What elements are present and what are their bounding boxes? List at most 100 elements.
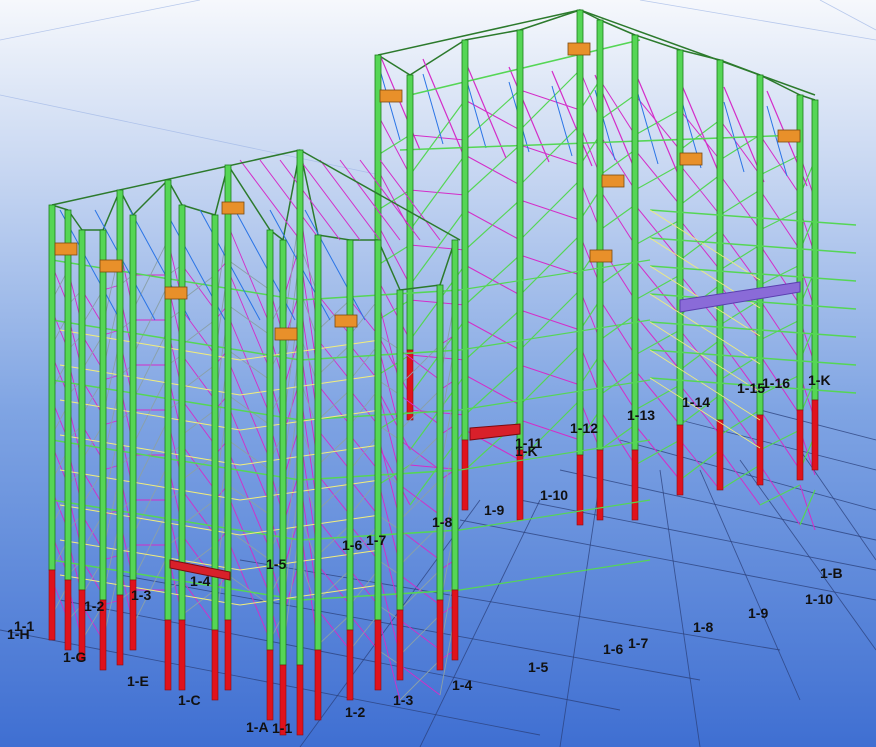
column-joint <box>379 89 403 103</box>
roof-truss <box>422 73 444 145</box>
brace-diagonal <box>634 164 681 191</box>
column-base <box>631 449 639 521</box>
top-beam <box>399 284 441 291</box>
column-joint <box>777 129 801 143</box>
roof-truss <box>279 159 341 241</box>
steel-column <box>296 149 304 666</box>
grid-label-1-7-front: 1-7 <box>628 635 648 651</box>
column-base <box>576 454 584 526</box>
steel-column <box>596 19 604 451</box>
steel-column <box>224 164 232 621</box>
brace-diagonal <box>519 234 581 296</box>
roof-truss <box>637 93 659 165</box>
stair-member <box>239 444 381 466</box>
brace-diagonal <box>599 424 636 451</box>
platform-right <box>679 281 801 313</box>
steel-column <box>266 229 274 651</box>
brace-diagonal <box>399 614 441 656</box>
steel-column <box>164 179 172 621</box>
steel-column <box>461 39 469 441</box>
brace-diagonal <box>464 254 521 306</box>
steel-column <box>451 239 459 591</box>
column-base <box>596 449 604 521</box>
front-low-block <box>48 149 651 736</box>
steel-column <box>48 204 56 571</box>
roof-edge <box>579 9 816 96</box>
column-joint <box>679 152 703 166</box>
brace-diagonal <box>519 289 581 351</box>
stair-member <box>239 549 381 571</box>
grid-label-1-8-front: 1-8 <box>693 619 713 635</box>
ground-grid-line <box>619 439 876 511</box>
column-base <box>116 594 124 666</box>
ground-grid-line <box>739 459 876 651</box>
column-base <box>178 619 186 691</box>
brace-diagonal <box>317 344 351 376</box>
model-viewport[interactable]: 1-1 1-2 1-3 1-4 1-5 1-6 1-7 1-8 1-9 1-10 1-B 1-A 1-C… <box>0 0 876 747</box>
ground-grid-line <box>459 519 876 601</box>
steel-column <box>396 289 404 611</box>
column-joint <box>334 314 358 328</box>
stair-member <box>239 374 381 396</box>
brace-diagonal <box>409 154 466 231</box>
steel-column <box>279 239 287 666</box>
column-base <box>224 619 232 691</box>
brace-diagonal <box>679 229 721 261</box>
brace-diagonal <box>377 134 411 156</box>
roof-truss <box>299 159 361 241</box>
column-base <box>461 439 469 511</box>
column-base <box>716 419 724 491</box>
grid-label-1-6-mid: 1-6 <box>342 537 362 553</box>
roof-truss <box>339 159 401 241</box>
grid-label-1-14-back: 1-14 <box>682 394 710 410</box>
steel-column <box>211 214 219 631</box>
column-base <box>756 414 764 486</box>
brace-diagonal <box>409 99 466 176</box>
grid-label-1-2-left: 1-2 <box>84 598 104 614</box>
grid-label-1-1-left: 1-1 <box>14 618 34 634</box>
ledger <box>51 499 301 541</box>
column-base <box>296 664 304 736</box>
ground-grid-line <box>659 469 701 747</box>
column-base <box>48 569 56 641</box>
top-beam <box>181 204 216 216</box>
brace-diagonal <box>799 489 816 526</box>
grid-label-1-3-left: 1-3 <box>131 587 151 603</box>
brace-diagonal <box>317 569 351 601</box>
roof-truss <box>465 77 487 149</box>
top-beam <box>317 234 351 241</box>
roof-truss <box>319 159 381 241</box>
steel-column <box>129 214 137 581</box>
brace-diagonal <box>599 149 636 176</box>
roof-truss <box>379 69 401 141</box>
grid-label-1-8-mid: 1-8 <box>432 514 452 530</box>
ledger <box>459 259 651 291</box>
steel-column <box>716 59 724 421</box>
grid-label-1-16-back: 1-16 <box>762 375 790 391</box>
steel-column <box>516 29 524 451</box>
grid-label-1-4-front: 1-4 <box>452 677 472 693</box>
roof-edge <box>377 9 581 56</box>
brace-diagonal <box>679 119 721 151</box>
column-joint <box>589 249 613 263</box>
column-base <box>451 589 459 661</box>
brace-diagonal <box>519 124 581 186</box>
top-beam <box>227 164 271 231</box>
grid-label-1-K-back: 1-K <box>808 372 831 388</box>
column-joint <box>567 42 591 56</box>
ledger <box>51 319 301 361</box>
ledger <box>51 379 301 421</box>
grid-label-1-3-front: 1-3 <box>393 692 413 708</box>
ledger <box>459 559 651 591</box>
column-base <box>436 599 444 671</box>
brace-diagonal <box>634 109 681 136</box>
brace-diagonal <box>317 614 351 646</box>
steel-column <box>78 229 86 591</box>
steel-structure-3d-model[interactable]: 1-11-21-31-41-51-6 1-71-81-91-101-B1-A1-C… <box>0 0 876 747</box>
grid-label-1-7-mid: 1-7 <box>366 532 386 548</box>
roof-truss <box>551 85 573 157</box>
steel-column <box>64 209 72 581</box>
brace-diagonal <box>317 389 351 421</box>
steel-column <box>314 234 322 651</box>
column-joint <box>99 259 123 273</box>
